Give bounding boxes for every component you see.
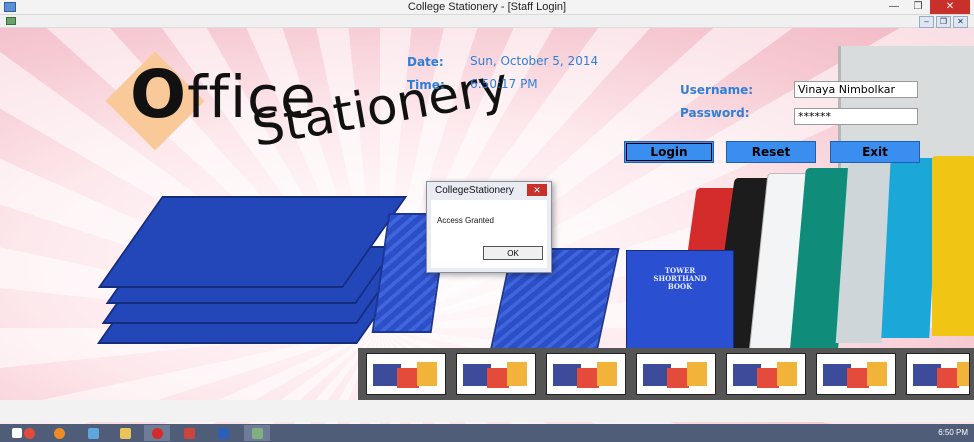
- folder-icon[interactable]: [112, 425, 138, 441]
- product-thumbnail[interactable]: [456, 353, 536, 395]
- firefox-icon[interactable]: [46, 425, 72, 441]
- word-icon[interactable]: [210, 425, 236, 441]
- login-button[interactable]: Login: [624, 141, 714, 163]
- dialog-body: Access Granted OK: [431, 200, 547, 268]
- product-thumbnail[interactable]: [816, 353, 896, 395]
- child-close-icon[interactable]: ✕: [953, 16, 968, 28]
- taskbar: 6:50 PM: [0, 424, 974, 442]
- thumbnail-strip: [358, 348, 974, 400]
- dialog-close-icon[interactable]: ✕: [527, 184, 547, 196]
- time-label: Time:: [407, 78, 445, 92]
- app-taskbar-icon[interactable]: [244, 425, 270, 441]
- product-thumbnail[interactable]: [906, 353, 970, 395]
- product-thumbnail[interactable]: [366, 353, 446, 395]
- password-label: Password:: [680, 106, 750, 120]
- opera-icon[interactable]: [144, 425, 170, 441]
- product-thumbnail[interactable]: [636, 353, 716, 395]
- dialog-ok-button[interactable]: OK: [483, 246, 543, 260]
- clock: 6:50 PM: [938, 428, 968, 437]
- child-window-icon: [6, 17, 16, 25]
- product-thumbnail[interactable]: [726, 353, 806, 395]
- exit-button[interactable]: Exit: [830, 141, 920, 163]
- window-titlebar: College Stationery - [Staff Login] — ❐ ✕: [0, 0, 974, 15]
- mdi-bar: – ❐ ✕: [0, 15, 974, 28]
- date-label: Date:: [407, 55, 444, 69]
- window-title: College Stationery - [Staff Login]: [407, 1, 567, 13]
- child-minimize-icon[interactable]: –: [919, 16, 934, 28]
- child-window-controls: – ❐ ✕: [919, 16, 968, 28]
- child-restore-icon[interactable]: ❐: [936, 16, 951, 28]
- time-value: 6:50:17 PM: [470, 77, 538, 91]
- reset-button[interactable]: Reset: [726, 141, 816, 163]
- chrome-icon[interactable]: [16, 425, 42, 441]
- password-field[interactable]: ******: [794, 108, 918, 125]
- minimize-icon[interactable]: —: [882, 0, 906, 14]
- access-dialog: CollegeStationery ✕ Access Granted OK: [426, 181, 552, 273]
- close-icon[interactable]: ✕: [930, 0, 970, 14]
- username-label: Username:: [680, 83, 754, 97]
- logo-o: O: [130, 56, 188, 133]
- book-subtitle: BOOK: [667, 282, 693, 291]
- binder-yellow: [932, 156, 974, 336]
- dialog-message: Access Granted: [437, 216, 494, 225]
- binder-cyan: [881, 158, 939, 338]
- window-controls: — ❐ ✕: [882, 0, 970, 14]
- computer-icon[interactable]: [80, 425, 106, 441]
- date-value: Sun, October 5, 2014: [470, 54, 599, 68]
- status-strip: [0, 400, 974, 422]
- username-field[interactable]: Vinaya Nimbolkar: [794, 81, 918, 98]
- product-thumbnail[interactable]: [546, 353, 626, 395]
- tools-icon[interactable]: [176, 425, 202, 441]
- restore-icon[interactable]: ❐: [906, 0, 930, 14]
- dialog-title: CollegeStationery: [435, 185, 514, 196]
